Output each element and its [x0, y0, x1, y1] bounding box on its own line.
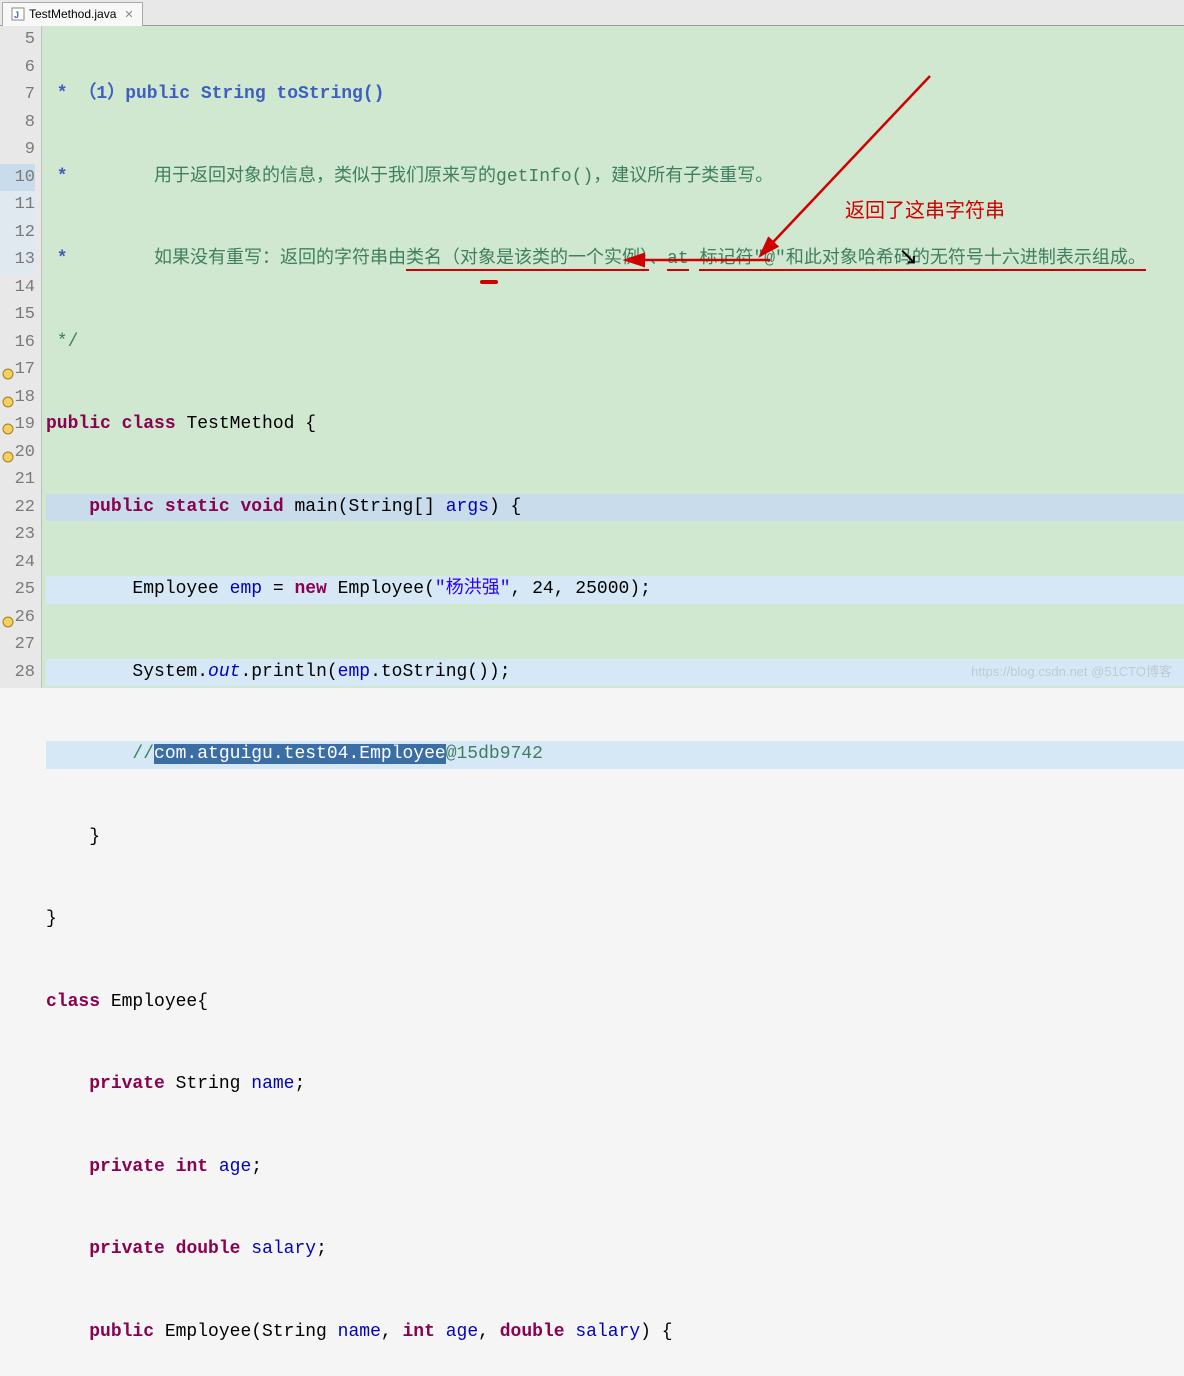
line-number: 24 [0, 549, 35, 577]
line-number: 14 [0, 274, 35, 302]
watermark: https://blog.csdn.net @51CTO博客 [971, 661, 1172, 680]
line-number: 19 [0, 411, 35, 439]
editor-tab[interactable]: J TestMethod.java ✕ [2, 2, 143, 26]
code-line: class Employee{ [46, 989, 1184, 1017]
line-number: 25 [0, 576, 35, 604]
line-number: 21 [0, 466, 35, 494]
line-number: 26 [0, 604, 35, 632]
code-line: * 如果没有重写：返回的字符串由类名（对象是该类的一个实例）、at 标记符"@"… [46, 246, 1184, 274]
code-editor[interactable]: 5 6 7 8 9 10 11 12 13 14 15 16 17 18 19 … [0, 26, 1184, 688]
svg-text:J: J [14, 10, 19, 20]
cursor-mark-icon: ↘ [898, 242, 918, 272]
warning-marker-icon [2, 363, 14, 375]
selected-text: com.atguigu.test04.Employee [154, 744, 446, 764]
code-line: } [46, 906, 1184, 934]
line-number: 15 [0, 301, 35, 329]
tab-filename: TestMethod.java [29, 7, 116, 21]
warning-marker-icon [2, 446, 14, 458]
line-number: 22 [0, 494, 35, 522]
java-file-icon: J [11, 7, 25, 21]
code-area[interactable]: * （1）public String toString() * 用于返回对象的信… [42, 26, 1184, 688]
warning-marker-icon [2, 418, 14, 430]
line-number: 27 [0, 631, 35, 659]
line-number: 5 [0, 26, 35, 54]
code-line: //com.atguigu.test04.Employee@15db9742 [46, 741, 1184, 769]
line-number: 28 [0, 659, 35, 687]
code-line: private double salary; [46, 1236, 1184, 1264]
line-number: 8 [0, 109, 35, 137]
line-number: 11 [0, 191, 35, 219]
line-number: 7 [0, 81, 35, 109]
line-number: 16 [0, 329, 35, 357]
code-line: } [46, 824, 1184, 852]
code-line: * （1）public String toString() [46, 81, 1184, 109]
line-number: 6 [0, 54, 35, 82]
line-number: 12 [0, 219, 35, 247]
code-line: private int age; [46, 1154, 1184, 1182]
code-line: * 用于返回对象的信息，类似于我们原来写的getInfo()，建议所有子类重写。 [46, 164, 1184, 192]
code-line: public static void main(String[] args) { [46, 494, 1184, 522]
line-number-gutter: 5 6 7 8 9 10 11 12 13 14 15 16 17 18 19 … [0, 26, 42, 688]
warning-marker-icon [2, 611, 14, 623]
line-number: 18 [0, 384, 35, 412]
code-line: */ [46, 329, 1184, 357]
tab-bar: J TestMethod.java ✕ [0, 0, 1184, 26]
code-line: private String name; [46, 1071, 1184, 1099]
line-number: 20 [0, 439, 35, 467]
warning-marker-icon [2, 391, 14, 403]
line-number: 10 [0, 164, 35, 192]
close-icon[interactable]: ✕ [124, 8, 133, 21]
line-number: 9 [0, 136, 35, 164]
annotation-mark [480, 280, 498, 284]
line-number: 17 [0, 356, 35, 384]
code-line: Employee emp = new Employee("杨洪强", 24, 2… [46, 576, 1184, 604]
line-number: 13 [0, 246, 35, 274]
code-line: public Employee(String name, int age, do… [46, 1319, 1184, 1347]
line-number: 23 [0, 521, 35, 549]
code-line: public class TestMethod { [46, 411, 1184, 439]
